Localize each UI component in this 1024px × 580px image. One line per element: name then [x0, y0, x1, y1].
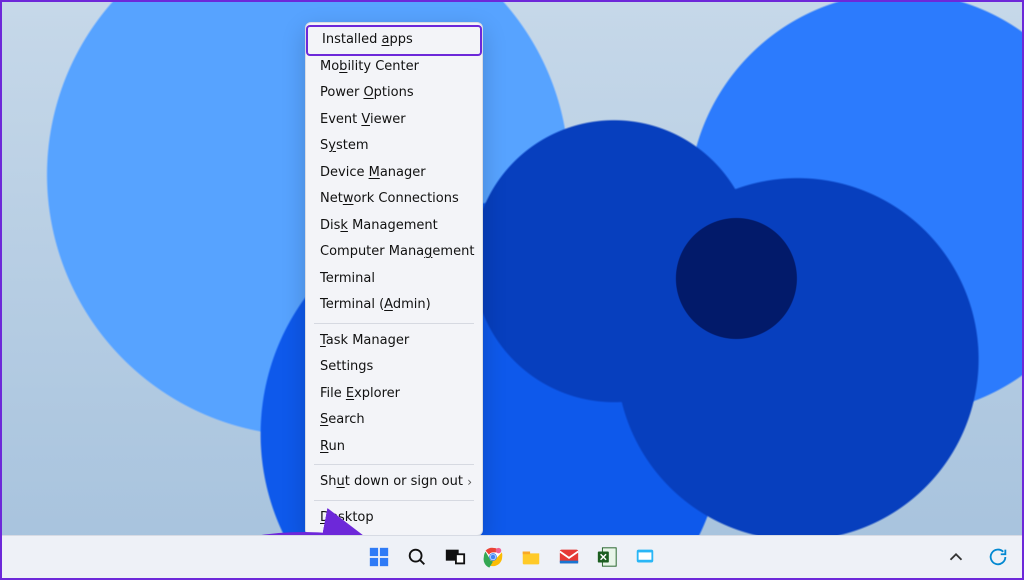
menu-item-mobility-center[interactable]: Mobility Center — [306, 54, 482, 81]
menu-item-text-post: ork Connections — [353, 191, 458, 206]
menu-item-text-pre: Terminal ( — [320, 297, 384, 312]
menu-item-text-pre: Device — [320, 165, 369, 180]
menu-item-text-post: t down or sign out — [345, 474, 463, 489]
menu-item-shut-down-or-sign-out[interactable]: Shut down or sign out › — [306, 469, 482, 496]
menu-item-text-post: ptions — [374, 85, 414, 100]
menu-item-accelerator: E — [346, 386, 354, 401]
menu-item-text-post: anager — [380, 165, 426, 180]
menu-item-text-post: un — [328, 439, 344, 454]
excel-icon[interactable] — [593, 543, 621, 571]
chevron-right-icon: › — [467, 469, 472, 496]
menu-item-text-pre: Settings — [320, 359, 373, 374]
menu-item-device-manager[interactable]: Device Manager — [306, 160, 482, 187]
menu-item-text-post: earch — [328, 412, 364, 427]
menu-item-text-post: iewer — [370, 112, 406, 127]
menu-item-power-options[interactable]: Power Options — [306, 80, 482, 107]
menu-item-text-post: pps — [389, 32, 412, 47]
winx-context-menu: Installed appsMobility CenterPower Optio… — [305, 22, 483, 536]
menu-item-text-post: dmin) — [393, 297, 431, 312]
menu-item-text-pre: Net — [320, 191, 343, 206]
menu-item-text-pre: Installed — [322, 32, 382, 47]
menu-item-task-manager[interactable]: Task Manager — [306, 328, 482, 355]
mail-icon[interactable] — [555, 543, 583, 571]
chrome-icon[interactable] — [479, 543, 507, 571]
menu-item-network-connections[interactable]: Network Connections — [306, 186, 482, 213]
sync-icon[interactable] — [984, 543, 1012, 571]
search-icon[interactable] — [403, 543, 431, 571]
explorer-icon[interactable] — [517, 543, 545, 571]
desktop-screen: Installed appsMobility CenterPower Optio… — [0, 0, 1024, 580]
menu-item-computer-management[interactable]: Computer Management — [306, 239, 482, 266]
taskview-icon[interactable] — [441, 543, 469, 571]
menu-item-terminal-admin[interactable]: Terminal (Admin) — [306, 292, 482, 319]
menu-separator — [314, 500, 474, 501]
menu-item-run[interactable]: Run — [306, 434, 482, 461]
menu-item-accelerator: D — [320, 510, 330, 525]
menu-item-text-pre: File — [320, 386, 346, 401]
menu-item-accelerator: M — [369, 165, 380, 180]
menu-item-text-post: xplorer — [354, 386, 400, 401]
menu-item-terminal[interactable]: Terminal — [306, 266, 482, 293]
menu-item-installed-apps[interactable]: Installed apps — [306, 25, 482, 56]
menu-item-file-explorer[interactable]: File Explorer — [306, 381, 482, 408]
menu-item-text-pre: Power — [320, 85, 363, 100]
menu-item-text-post: Management — [348, 218, 438, 233]
menu-item-text-post: esktop — [330, 510, 374, 525]
menu-item-text-post: ement — [432, 244, 474, 259]
wallpaper-image — [2, 2, 1022, 578]
menu-item-desktop[interactable]: Desktop — [306, 505, 482, 532]
menu-item-text-pre: Terminal — [320, 271, 375, 286]
menu-item-accelerator: V — [361, 112, 370, 127]
menu-item-search[interactable]: Search — [306, 407, 482, 434]
taskbar — [2, 535, 1022, 578]
menu-item-disk-management[interactable]: Disk Management — [306, 213, 482, 240]
menu-item-settings[interactable]: Settings — [306, 354, 482, 381]
menu-item-text-pre: Event — [320, 112, 361, 127]
menu-item-text-pre: Dis — [320, 218, 340, 233]
menu-separator — [314, 323, 474, 324]
menu-item-accelerator: k — [340, 218, 348, 233]
menu-item-accelerator: y — [328, 138, 336, 153]
edge-tool-icon[interactable] — [631, 543, 659, 571]
menu-item-text-pre: Sh — [320, 474, 337, 489]
menu-item-system[interactable]: System — [306, 133, 482, 160]
menu-item-accelerator: u — [337, 474, 345, 489]
menu-item-accelerator: w — [343, 191, 354, 206]
menu-item-text-pre: Mo — [320, 59, 339, 74]
menu-item-text-post: ility Center — [347, 59, 419, 74]
menu-item-text-post: stem — [336, 138, 369, 153]
menu-item-text-post: ask Manager — [326, 333, 409, 348]
start-icon[interactable] — [365, 543, 393, 571]
menu-item-accelerator: O — [363, 85, 373, 100]
menu-separator — [314, 464, 474, 465]
menu-item-accelerator: A — [384, 297, 393, 312]
menu-item-event-viewer[interactable]: Event Viewer — [306, 107, 482, 134]
chevron-up-icon[interactable] — [942, 543, 970, 571]
menu-item-text-pre: Computer Mana — [320, 244, 424, 259]
